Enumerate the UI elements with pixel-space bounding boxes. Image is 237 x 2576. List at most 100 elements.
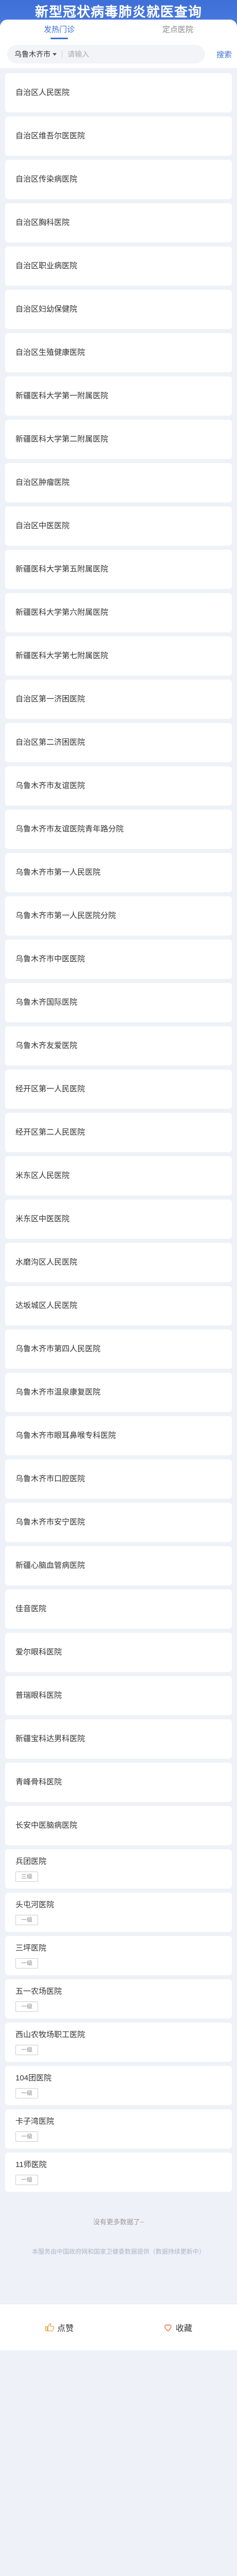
hospital-card[interactable]: 新疆医科大学第六附属医院 — [5, 593, 232, 632]
hospital-name: 自治区中医医院 — [15, 521, 70, 530]
tab-designated-hospital[interactable]: 定点医院 — [118, 20, 237, 40]
heart-icon — [164, 2324, 172, 2331]
search-button[interactable]: 搜索 — [211, 49, 232, 60]
hospital-card[interactable]: 自治区胸科医院 — [5, 203, 232, 242]
hospital-grade-badge: 一级 — [15, 2088, 38, 2098]
hospital-name: 自治区第二济困医院 — [15, 738, 86, 747]
hospital-name: 乌鲁木齐市中医医院 — [15, 955, 86, 963]
hospital-card[interactable]: 乌鲁木齐市口腔医院 — [5, 1459, 232, 1499]
hospital-name: 乌鲁木齐市第一人民医院分院 — [15, 911, 116, 920]
hospital-card[interactable]: 米东区中医医院 — [5, 1200, 232, 1239]
hospital-card[interactable]: 乌鲁木齐市友谊医院青年路分院 — [5, 810, 232, 849]
like-button[interactable]: 点赞 — [0, 2321, 118, 2334]
hospital-card[interactable]: 卡子湾医院 一级 — [5, 2109, 232, 2148]
hospital-grade-badge: 一级 — [15, 1915, 38, 1925]
hospital-card[interactable]: 新疆医科大学第二附属医院 — [5, 420, 232, 459]
hospital-grade-badge: 一级 — [15, 2045, 38, 2055]
hospital-card[interactable]: 自治区第二济困医院 — [5, 723, 232, 762]
hospital-name: 自治区维吾尔医医院 — [15, 132, 86, 140]
hospital-name: 西山农牧场职工医院 — [15, 2030, 86, 2039]
hospital-card[interactable]: 经开区第一人民医院 — [5, 1070, 232, 1109]
search-box: 乌鲁木齐市 — [7, 45, 205, 63]
hospital-card[interactable]: 11师医院 一级 — [5, 2153, 232, 2192]
hospital-card[interactable]: 乌鲁木齐市中医医院 — [5, 940, 232, 979]
hospital-card[interactable]: 乌鲁木齐市第一人民医院分院 — [5, 896, 232, 936]
hospital-card[interactable]: 新疆心脑血管病医院 — [5, 1546, 232, 1585]
tab-fever-clinic[interactable]: 发热门诊 — [0, 20, 118, 40]
hospital-name: 达坂城区人民医院 — [15, 1301, 78, 1310]
hospital-card[interactable]: 自治区维吾尔医医院 — [5, 117, 232, 156]
hospital-card[interactable]: 自治区职业病医院 — [5, 247, 232, 286]
hospital-name: 乌鲁木齐市第四人民医院 — [15, 1344, 101, 1353]
hospital-card[interactable]: 自治区人民医院 — [5, 73, 232, 112]
hospital-card[interactable]: 乌鲁木齐市第一人民医院 — [5, 853, 232, 892]
tab-bar: 发热门诊 定点医院 — [0, 20, 237, 40]
hospital-card[interactable]: 佳音医院 — [5, 1589, 232, 1629]
hospital-card[interactable]: 乌鲁木齐市眼耳鼻喉专科医院 — [5, 1416, 232, 1455]
hospital-grade-badge: 一级 — [15, 2131, 38, 2142]
hospital-name: 水磨沟区人民医院 — [15, 1258, 78, 1267]
hospital-card[interactable]: 自治区传染病医院 — [5, 160, 232, 199]
hospital-name: 乌鲁木齐市眼耳鼻喉专科医院 — [15, 1431, 116, 1440]
hospital-card[interactable]: 新疆医科大学第五附属医院 — [5, 550, 232, 589]
hospital-name: 爱尔眼科医院 — [15, 1648, 62, 1656]
hospital-card[interactable]: 新疆宝科达男科医院 — [5, 1719, 232, 1759]
hospital-card[interactable]: 米东区人民医院 — [5, 1156, 232, 1195]
hospital-grade-badge: 一级 — [15, 2175, 38, 2185]
hospital-name: 乌鲁木齐友爱医院 — [15, 1041, 78, 1050]
footer-bar: 点赞 收藏 — [0, 2304, 237, 2350]
hospital-card[interactable]: 乌鲁木齐市第四人民医院 — [5, 1330, 232, 1369]
hospital-card[interactable]: 头屯河医院 一级 — [5, 1893, 232, 1932]
hospital-name: 新疆医科大学第七附属医院 — [15, 651, 109, 660]
source-note: 本服务由中国政府网和国家卫健委数据提供（数据持续更新中） — [31, 2248, 205, 2255]
search-input[interactable] — [67, 50, 198, 58]
hospital-name: 新疆医科大学第五附属医院 — [15, 565, 109, 573]
hospital-name: 新疆医科大学第一附属医院 — [15, 391, 109, 400]
hospital-card[interactable]: 乌鲁木齐市友谊医院 — [5, 766, 232, 806]
city-selector[interactable]: 乌鲁木齐市 — [14, 49, 62, 59]
hospital-name: 新疆医科大学第二附属医院 — [15, 435, 109, 444]
hospital-name: 自治区胸科医院 — [15, 218, 70, 227]
hospital-name: 兵团医院 — [15, 1857, 47, 1866]
favorite-button[interactable]: 收藏 — [118, 2321, 237, 2334]
hospital-name: 乌鲁木齐市第一人民医院 — [15, 868, 101, 877]
hospital-name: 新疆宝科达男科医院 — [15, 1734, 86, 1743]
hospital-card[interactable]: 自治区第一济困医院 — [5, 680, 232, 719]
thumb-up-icon — [45, 2323, 54, 2331]
caret-down-icon — [53, 53, 57, 56]
hospital-card[interactable]: 水磨沟区人民医院 — [5, 1243, 232, 1282]
hospital-name: 自治区人民医院 — [15, 88, 70, 97]
hospital-card[interactable]: 自治区生殖健康医院 — [5, 333, 232, 372]
hospital-card[interactable]: 长安中医脑病医院 — [5, 1806, 232, 1845]
hospital-card[interactable]: 乌鲁木齐国际医院 — [5, 983, 232, 1022]
hospital-card[interactable]: 达坂城区人民医院 — [5, 1286, 232, 1325]
hospital-name: 三坪医院 — [15, 1944, 47, 1952]
hospital-card[interactable]: 新疆医科大学第一附属医院 — [5, 376, 232, 416]
city-label: 乌鲁木齐市 — [14, 50, 50, 58]
hospital-card[interactable]: 自治区中医医院 — [5, 506, 232, 546]
hospital-name: 自治区肿瘤医院 — [15, 478, 70, 487]
hospital-card[interactable]: 自治区妇幼保健院 — [5, 290, 232, 329]
hospital-name: 新疆医科大学第六附属医院 — [15, 608, 109, 617]
hospital-name: 五一农场医院 — [15, 1987, 62, 1996]
hospital-card[interactable]: 三坪医院 一级 — [5, 1936, 232, 1975]
hospital-name: 乌鲁木齐市温泉康复医院 — [15, 1388, 101, 1397]
hospital-card[interactable]: 五一农场医院 一级 — [5, 1979, 232, 2019]
search-bar: 乌鲁木齐市 搜索 — [0, 40, 237, 68]
hospital-card[interactable]: 乌鲁木齐友爱医院 — [5, 1026, 232, 1065]
hospital-grade-badge: 一级 — [15, 2001, 38, 2012]
hospital-card[interactable]: 兵团医院 三级 — [5, 1849, 232, 1889]
hospital-card[interactable]: 西山农牧场职工医院 一级 — [5, 2023, 232, 2062]
hospital-card[interactable]: 乌鲁木齐市安宁医院 — [5, 1503, 232, 1542]
hospital-card[interactable]: 爱尔眼科医院 — [5, 1633, 232, 1672]
hospital-name: 乌鲁木齐市安宁医院 — [15, 1518, 86, 1527]
hospital-name: 乌鲁木齐国际医院 — [15, 998, 78, 1007]
hospital-card[interactable]: 青峰骨科医院 — [5, 1763, 232, 1802]
hospital-card[interactable]: 自治区肿瘤医院 — [5, 463, 232, 502]
hospital-card[interactable]: 经开区第二人民医院 — [5, 1113, 232, 1152]
hospital-card[interactable]: 新疆医科大学第七附属医院 — [5, 636, 232, 676]
hospital-card[interactable]: 普瑞眼科医院 — [5, 1676, 232, 1715]
hospital-card[interactable]: 104团医院 一级 — [5, 2066, 232, 2105]
hospital-name: 经开区第二人民医院 — [15, 1128, 86, 1137]
hospital-card[interactable]: 乌鲁木齐市温泉康复医院 — [5, 1373, 232, 1412]
